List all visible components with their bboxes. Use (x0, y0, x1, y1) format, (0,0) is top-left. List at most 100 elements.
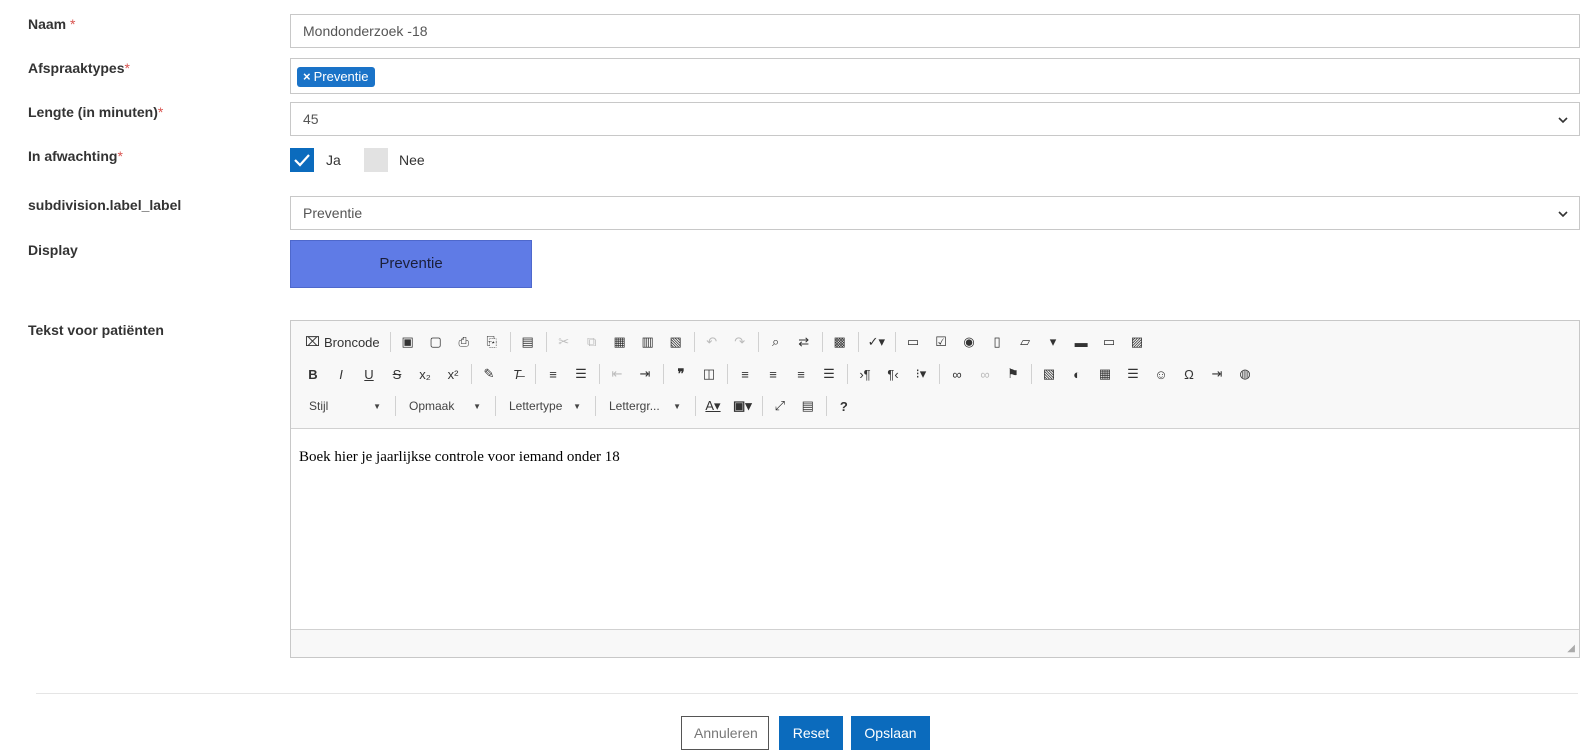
numbered-list-icon[interactable]: ≡ (541, 362, 565, 386)
dropdown-arrow-icon: ▼ (673, 401, 681, 411)
editor-content[interactable]: Boek hier je jaarlijkse controle voor ie… (291, 429, 1579, 629)
iframe-globe-icon[interactable]: ◍ (1233, 362, 1257, 386)
toolbar-row-2: B I U S x₂ x² ✎ T̶ ≡ ☰ ⇤ ⇥ ❞ ◫ ≡ ≡ ≡ ☰ ›… (301, 361, 1261, 387)
image-icon[interactable]: ▧ (1037, 362, 1061, 386)
rtl-icon[interactable]: ¶‹ (881, 362, 905, 386)
afspraaktypes-multiselect[interactable]: × Preventie (290, 58, 1580, 94)
save-button[interactable]: Opslaan (851, 716, 930, 750)
required-marker: * (157, 104, 164, 120)
nee-checkbox[interactable] (364, 148, 388, 172)
table-icon[interactable]: ▦ (1093, 362, 1117, 386)
smiley-icon[interactable]: ☺ (1149, 362, 1173, 386)
hidden-field-icon[interactable]: ▨ (1125, 330, 1149, 354)
display-preview[interactable]: Preventie (290, 240, 532, 288)
align-center-icon[interactable]: ≡ (761, 362, 785, 386)
select-all-icon[interactable]: ▩ (828, 330, 852, 354)
toolbar-separator (939, 364, 940, 384)
language-icon[interactable]: ⁝▾ (909, 362, 933, 386)
subscript-icon[interactable]: x₂ (413, 362, 437, 386)
anchor-flag-icon[interactable]: ⚑ (1001, 362, 1025, 386)
align-right-icon[interactable]: ≡ (789, 362, 813, 386)
rich-text-editor[interactable]: ⌧ Broncode ▣ ▢ ⎙ ⎘ ▤ ✂ ⧉ ▦ ▥ ▧ ↶ ↷ ⌕ ⇄ ▩ (290, 320, 1580, 658)
paste-text-icon[interactable]: ▥ (636, 330, 660, 354)
toolbar-separator (761, 396, 763, 416)
link-icon[interactable]: ∞ (945, 362, 969, 386)
blockquote-icon[interactable]: ❞ (669, 362, 693, 386)
subdivision-value: Preventie (303, 205, 363, 221)
page-break-icon[interactable]: ⇥ (1205, 362, 1229, 386)
button-field-icon[interactable]: ▬ (1069, 330, 1093, 354)
cut-icon[interactable]: ✂ (552, 330, 576, 354)
tekst-label: Tekst voor patiënten (28, 322, 164, 338)
form-divider (36, 693, 1578, 694)
text-color-icon[interactable]: A▾ (701, 394, 725, 418)
replace-icon[interactable]: ⇄ (792, 330, 816, 354)
flash-icon[interactable]: ◐ (1065, 362, 1089, 386)
checkbox-icon[interactable]: ☑ (929, 330, 953, 354)
maximize-icon[interactable]: ⤢ (768, 394, 792, 418)
source-button[interactable]: ⌧ Broncode (301, 330, 384, 354)
cancel-button[interactable]: Annuleren (681, 716, 769, 750)
tag-remove-icon[interactable]: × (303, 69, 311, 84)
print-icon[interactable]: ⎘ (480, 330, 504, 354)
lengte-value: 45 (303, 111, 319, 127)
font-combo[interactable]: Lettertype ▼ (501, 394, 589, 418)
bold-icon[interactable]: B (301, 362, 325, 386)
spellcheck-icon[interactable]: ✓▾ (864, 330, 889, 354)
unlink-icon[interactable]: ∞ (973, 362, 997, 386)
font-size-combo-label: Lettergr... (609, 399, 660, 413)
remove-format-icon[interactable]: T̶ (505, 362, 529, 386)
toolbar-separator (821, 332, 823, 352)
superscript-icon[interactable]: x² (441, 362, 465, 386)
align-justify-icon[interactable]: ☰ (817, 362, 841, 386)
undo-icon[interactable]: ↶ (700, 330, 724, 354)
outdent-icon[interactable]: ⇤ (605, 362, 629, 386)
copy-format-icon[interactable]: ✎ (477, 362, 501, 386)
checkmark-icon (294, 154, 310, 167)
font-size-combo[interactable]: Lettergr... ▼ (601, 394, 689, 418)
image-button-icon[interactable]: ▭ (1097, 330, 1121, 354)
toolbar-separator (847, 364, 848, 384)
paste-word-icon[interactable]: ▧ (664, 330, 688, 354)
redo-icon[interactable]: ↷ (728, 330, 752, 354)
textfield-icon[interactable]: ▯ (985, 330, 1009, 354)
underline-icon[interactable]: U (357, 362, 381, 386)
subdivision-select[interactable]: Preventie (290, 196, 1580, 230)
horizontal-line-icon[interactable]: ☰ (1121, 362, 1145, 386)
afspraaktype-tag: × Preventie (297, 67, 375, 87)
select-field-icon[interactable]: ▾ (1041, 330, 1065, 354)
naam-input[interactable]: Mondonderzoek -18 (290, 14, 1580, 48)
italic-icon[interactable]: I (329, 362, 353, 386)
find-icon[interactable]: ⌕ (764, 330, 788, 354)
ja-label[interactable]: Ja (326, 152, 341, 168)
special-char-icon[interactable]: Ω (1177, 362, 1201, 386)
strike-icon[interactable]: S (385, 362, 409, 386)
ja-checkbox[interactable] (290, 148, 314, 172)
in-afwachting-label: In afwachting* (28, 148, 123, 164)
templates-icon[interactable]: ▤ (516, 330, 540, 354)
show-blocks-icon[interactable]: ▤ (796, 394, 820, 418)
form-icon[interactable]: ▭ (901, 330, 925, 354)
resize-handle-icon[interactable]: ◢ (1567, 643, 1575, 654)
required-marker: * (124, 60, 130, 76)
bulleted-list-icon[interactable]: ☰ (569, 362, 593, 386)
help-icon[interactable]: ? (832, 394, 856, 418)
save-icon[interactable]: ▣ (396, 330, 420, 354)
preview-icon[interactable]: ⎙ (452, 330, 476, 354)
lengte-select[interactable]: 45 (290, 102, 1580, 136)
indent-icon[interactable]: ⇥ (633, 362, 657, 386)
ltr-icon[interactable]: ›¶ (853, 362, 877, 386)
style-combo[interactable]: Stijl ▼ (301, 394, 389, 418)
copy-icon[interactable]: ⧉ (580, 330, 604, 354)
format-combo[interactable]: Opmaak ▼ (401, 394, 489, 418)
toolbar-separator (545, 332, 547, 352)
background-color-icon[interactable]: ▣▾ (729, 394, 756, 418)
radio-icon[interactable]: ◉ (957, 330, 981, 354)
new-page-icon[interactable]: ▢ (424, 330, 448, 354)
paste-icon[interactable]: ▦ (608, 330, 632, 354)
textarea-icon[interactable]: ▱ (1013, 330, 1037, 354)
nee-label[interactable]: Nee (399, 152, 425, 168)
align-left-icon[interactable]: ≡ (733, 362, 757, 386)
reset-button[interactable]: Reset (779, 716, 843, 750)
div-icon[interactable]: ◫ (697, 362, 721, 386)
